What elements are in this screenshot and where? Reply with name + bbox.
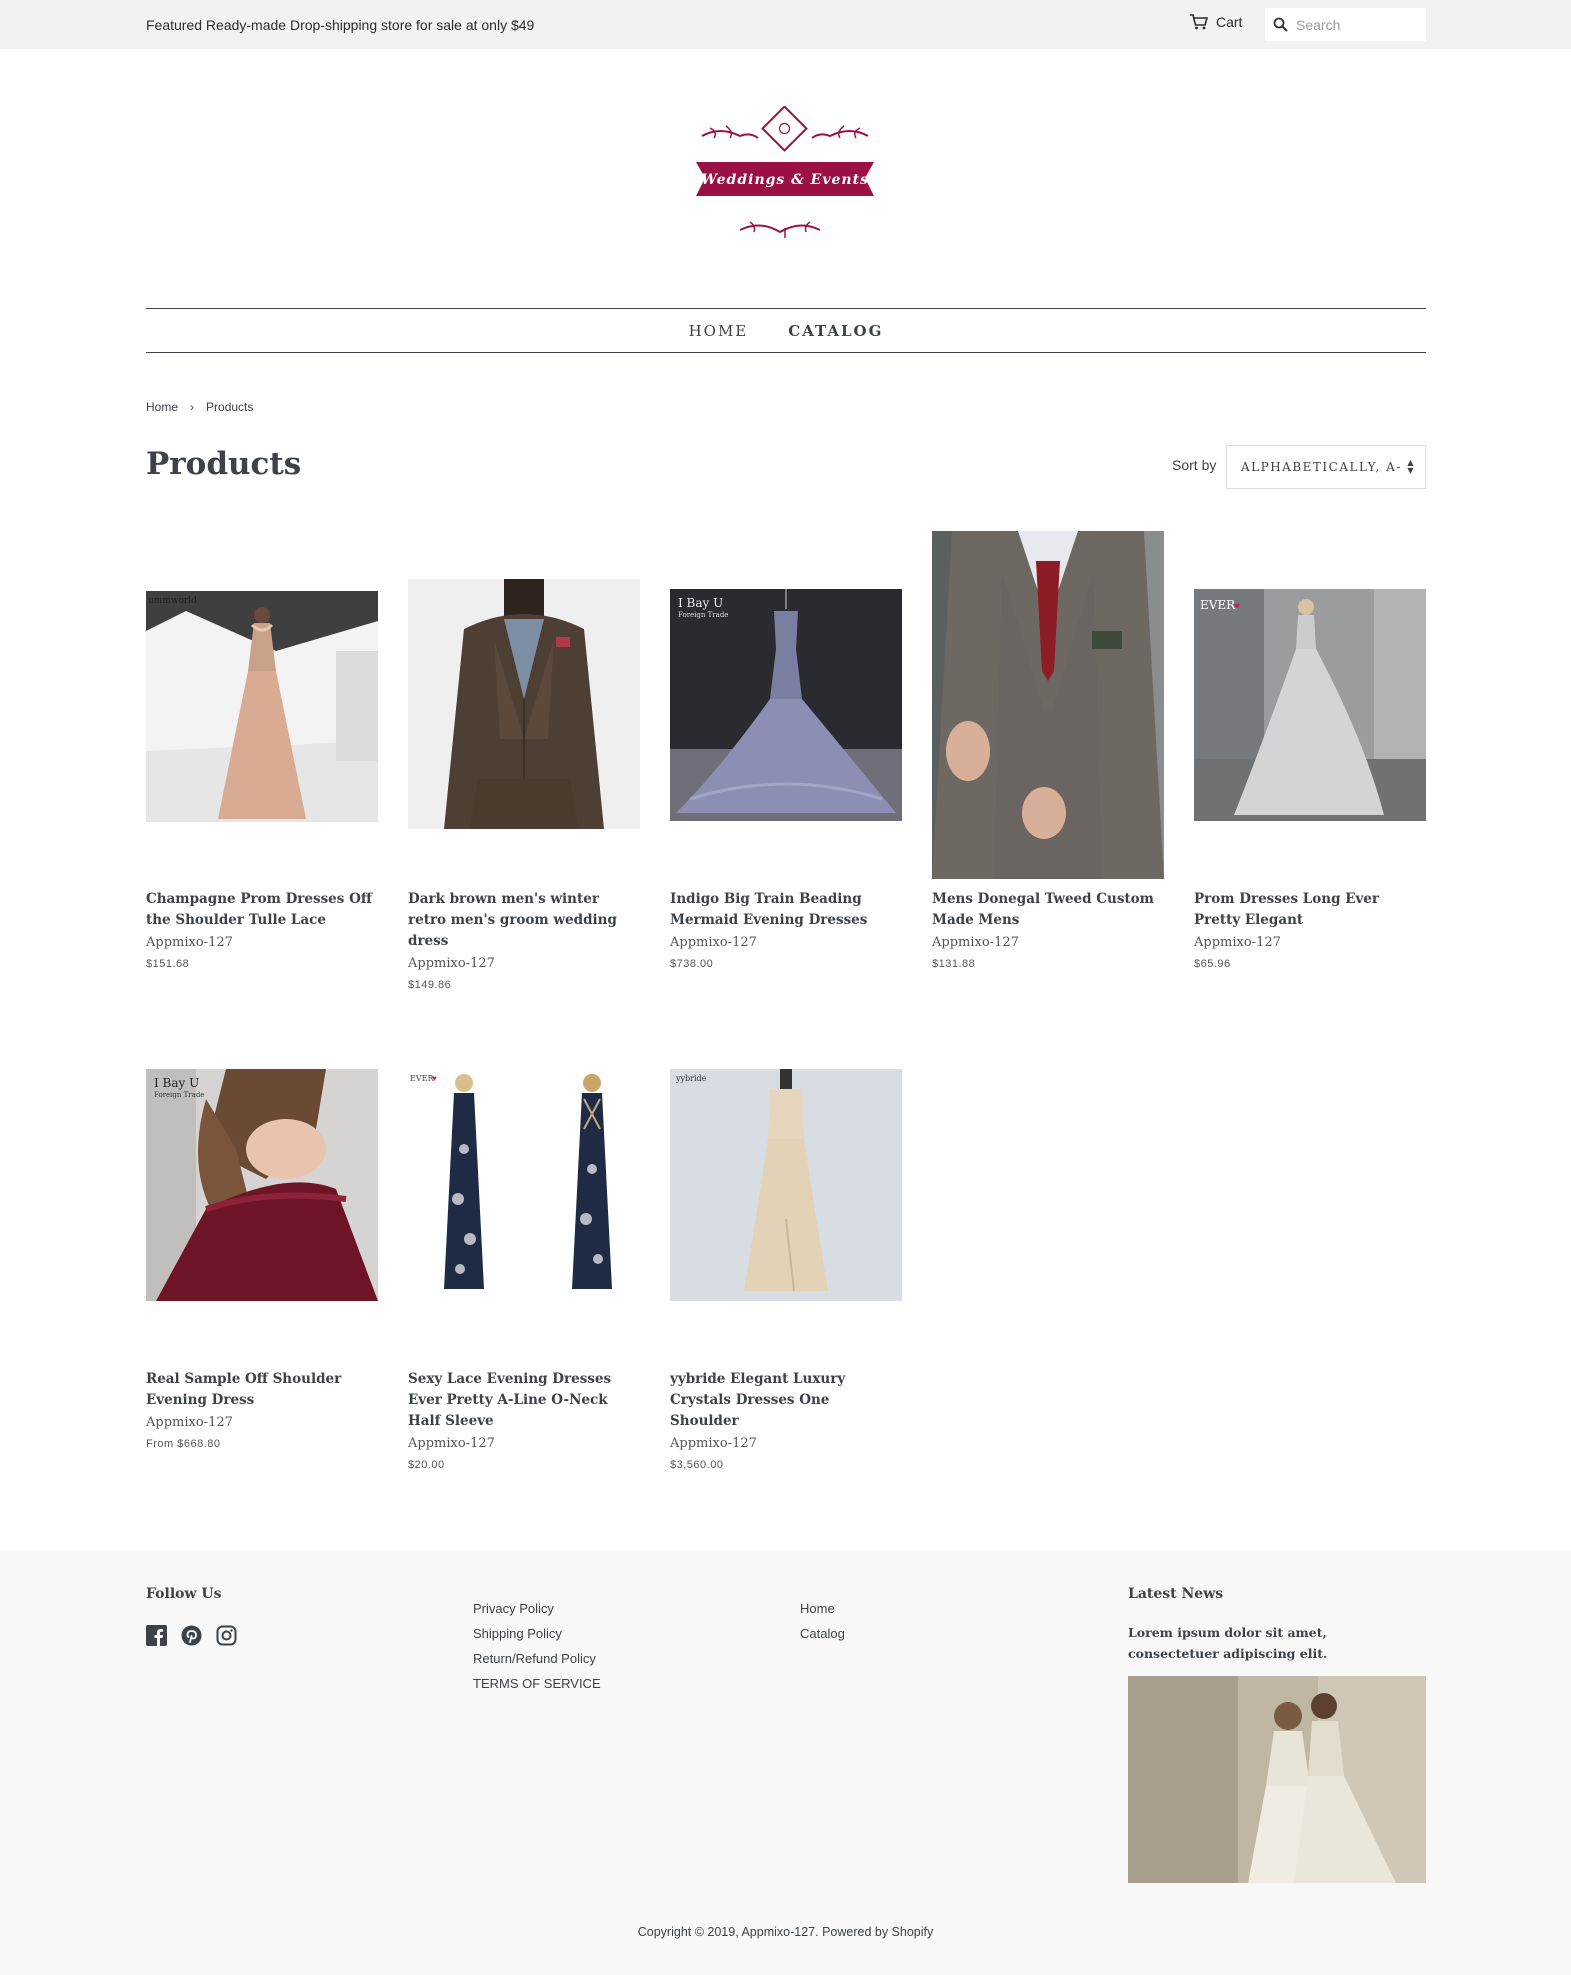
product-title[interactable]: Mens Donegal Tweed Custom Made Mens bbox=[932, 889, 1164, 931]
nav-home[interactable]: HOME bbox=[689, 322, 749, 340]
svg-text:♥: ♥ bbox=[1234, 601, 1240, 612]
svg-text:Foreign Trade: Foreign Trade bbox=[154, 1091, 204, 1099]
product-price: $65.96 bbox=[1194, 958, 1231, 970]
sort-label: Sort by bbox=[1172, 457, 1217, 473]
instagram-icon[interactable] bbox=[216, 1625, 237, 1646]
footer-catalog-link[interactable]: Catalog bbox=[800, 1626, 845, 1641]
breadcrumb-home[interactable]: Home bbox=[146, 400, 178, 414]
product-info: Mens Donegal Tweed Custom Made Mens Appm… bbox=[932, 889, 1164, 970]
privacy-policy-link[interactable]: Privacy Policy bbox=[473, 1601, 601, 1616]
svg-text:♥: ♥ bbox=[432, 1074, 437, 1083]
product-vendor: Appmixo-127 bbox=[670, 935, 757, 950]
product-vendor: Appmixo-127 bbox=[408, 1436, 495, 1451]
breadcrumb-separator: › bbox=[190, 400, 195, 414]
product-image[interactable]: I Bay U Foreign Trade bbox=[146, 1069, 378, 1301]
product-title[interactable]: Real Sample Off Shoulder Evening Dress bbox=[146, 1369, 378, 1411]
svg-text:EVER: EVER bbox=[410, 1074, 434, 1083]
pinterest-icon[interactable] bbox=[181, 1625, 202, 1646]
sort-select[interactable]: ALPHABETICALLY, A- ▲ ▼ bbox=[1226, 445, 1426, 489]
product-title[interactable]: Indigo Big Train Beading Mermaid Evening… bbox=[670, 889, 902, 931]
product-price: From $668.80 bbox=[146, 1438, 221, 1450]
breadcrumb: Home › Products bbox=[146, 400, 253, 414]
product-info: Sexy Lace Evening Dresses Ever Pretty A-… bbox=[408, 1369, 640, 1471]
promo-text: Featured Ready-made Drop-shipping store … bbox=[146, 17, 535, 33]
product-vendor: Appmixo-127 bbox=[932, 935, 1019, 950]
svg-text:I Bay U: I Bay U bbox=[154, 1076, 199, 1090]
product-image[interactable]: ummworld bbox=[146, 591, 378, 822]
product-image[interactable]: I Bay U Foreign Trade bbox=[670, 589, 902, 821]
product-vendor: Appmixo-127 bbox=[146, 1415, 233, 1430]
footer-home-link[interactable]: Home bbox=[800, 1601, 845, 1616]
search-box[interactable] bbox=[1265, 8, 1426, 41]
product-title[interactable]: Prom Dresses Long Ever Pretty Elegant bbox=[1194, 889, 1426, 931]
terms-of-service-link[interactable]: TERMS OF SERVICE bbox=[473, 1676, 601, 1691]
product-info: yybride Elegant Luxury Crystals Dresses … bbox=[670, 1369, 902, 1471]
select-arrows-icon: ▲ ▼ bbox=[1407, 458, 1415, 475]
breadcrumb-current: Products bbox=[206, 400, 254, 414]
store-logo[interactable]: Weddings & Events bbox=[690, 105, 880, 251]
product-image[interactable]: yybride bbox=[670, 1069, 902, 1301]
cart-link[interactable]: Cart bbox=[1190, 14, 1242, 30]
product-price: $149.86 bbox=[408, 979, 452, 991]
shipping-policy-link[interactable]: Shipping Policy bbox=[473, 1626, 601, 1641]
main-nav: HOME CATALOG bbox=[146, 308, 1426, 353]
product-image[interactable]: EVER ♥ bbox=[408, 1069, 640, 1301]
logo-text: Weddings & Events bbox=[701, 172, 869, 188]
svg-text:yybride: yybride bbox=[675, 1074, 707, 1083]
svg-text:ummworld: ummworld bbox=[148, 596, 197, 606]
svg-text:I Bay U: I Bay U bbox=[678, 596, 723, 610]
svg-text:Foreign Trade: Foreign Trade bbox=[678, 611, 728, 619]
product-price: $20.00 bbox=[408, 1459, 445, 1471]
product-title[interactable]: Dark brown men's winter retro men's groo… bbox=[408, 889, 640, 952]
cart-icon bbox=[1190, 14, 1208, 30]
follow-us-heading: Follow Us bbox=[146, 1586, 222, 1602]
cart-label: Cart bbox=[1216, 14, 1243, 30]
product-info: Prom Dresses Long Ever Pretty Elegant Ap… bbox=[1194, 889, 1426, 970]
search-icon[interactable] bbox=[1273, 17, 1288, 32]
policy-links: Privacy Policy Shipping Policy Return/Re… bbox=[473, 1601, 601, 1691]
product-title[interactable]: Champagne Prom Dresses Off the Shoulder … bbox=[146, 889, 378, 931]
product-image[interactable] bbox=[408, 579, 640, 829]
product-image[interactable]: EVER ♥ bbox=[1194, 589, 1426, 821]
latest-news-text: Lorem ipsum dolor sit amet, consectetuer… bbox=[1128, 1625, 1328, 1661]
social-links bbox=[146, 1625, 237, 1646]
product-price: $738.00 bbox=[670, 958, 714, 970]
product-vendor: Appmixo-127 bbox=[408, 956, 495, 971]
product-price: $131.88 bbox=[932, 958, 976, 970]
product-vendor: Appmixo-127 bbox=[670, 1436, 757, 1451]
product-info: Real Sample Off Shoulder Evening Dress A… bbox=[146, 1369, 378, 1450]
nav-catalog[interactable]: CATALOG bbox=[788, 322, 883, 340]
page-title: Products bbox=[146, 446, 302, 482]
product-info: Champagne Prom Dresses Off the Shoulder … bbox=[146, 889, 378, 970]
product-info: Indigo Big Train Beading Mermaid Evening… bbox=[670, 889, 902, 970]
copyright-text: Copyright © 2019, Appmixo-127. Powered b… bbox=[637, 1925, 934, 1939]
refund-policy-link[interactable]: Return/Refund Policy bbox=[473, 1651, 601, 1666]
sort-value: ALPHABETICALLY, A- bbox=[1241, 460, 1402, 474]
product-title[interactable]: Sexy Lace Evening Dresses Ever Pretty A-… bbox=[408, 1369, 640, 1432]
search-input[interactable] bbox=[1296, 16, 1416, 33]
product-price: $3,560.00 bbox=[670, 1459, 724, 1471]
facebook-icon[interactable] bbox=[146, 1625, 167, 1646]
svg-text:EVER: EVER bbox=[1200, 598, 1236, 612]
footer-nav-links: Home Catalog bbox=[800, 1601, 845, 1641]
product-price: $151.68 bbox=[146, 958, 190, 970]
latest-news-heading: Latest News bbox=[1128, 1586, 1224, 1602]
product-vendor: Appmixo-127 bbox=[146, 935, 233, 950]
announcement-bar: Featured Ready-made Drop-shipping store … bbox=[0, 0, 1571, 49]
latest-news-image[interactable] bbox=[1128, 1676, 1426, 1883]
product-image[interactable] bbox=[932, 531, 1164, 879]
product-title[interactable]: yybride Elegant Luxury Crystals Dresses … bbox=[670, 1369, 902, 1432]
product-vendor: Appmixo-127 bbox=[1194, 935, 1281, 950]
product-info: Dark brown men's winter retro men's groo… bbox=[408, 889, 640, 991]
